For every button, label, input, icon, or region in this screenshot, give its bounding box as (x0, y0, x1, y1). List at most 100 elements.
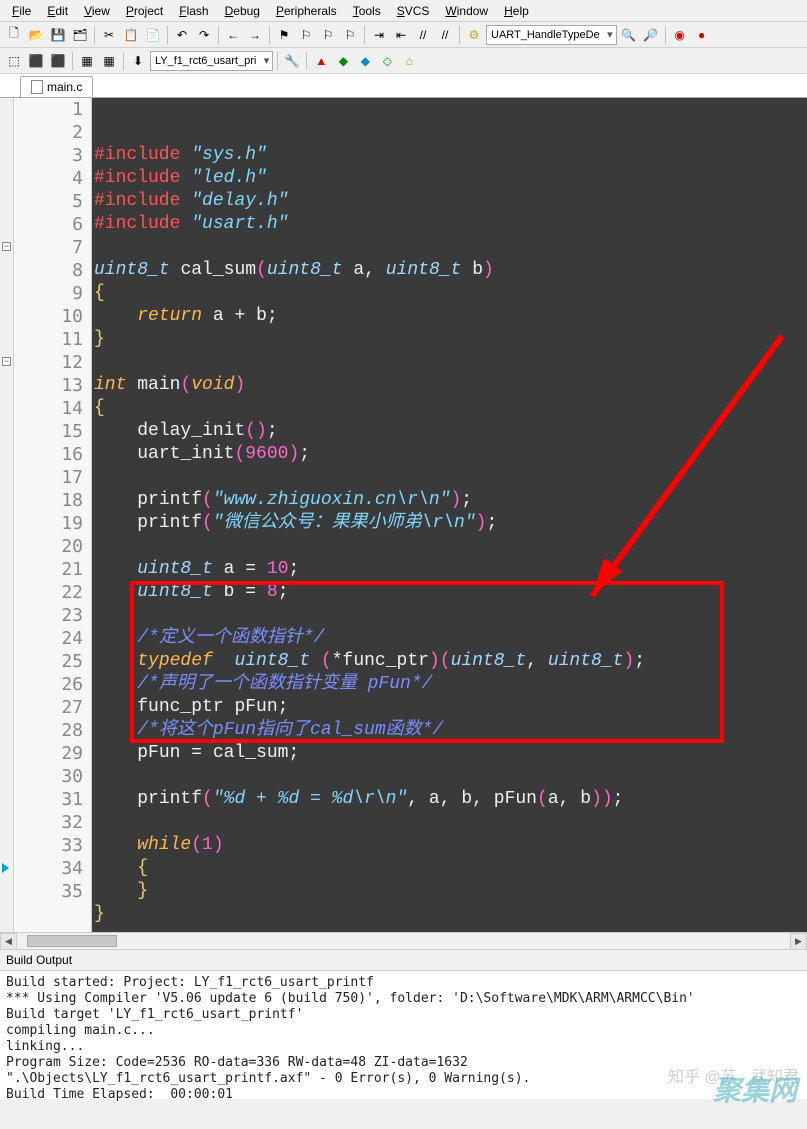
code-line[interactable]: uint8_t cal_sum(uint8_t a, uint8_t b) (94, 259, 807, 282)
code-line[interactable] (94, 535, 807, 558)
copy-icon[interactable]: 📋 (121, 25, 141, 45)
save-icon[interactable]: 💾 (48, 25, 68, 45)
code-line[interactable]: { (94, 397, 807, 420)
nav-back-icon[interactable]: ← (223, 25, 243, 45)
code-line[interactable]: /*将这个pFun指向了cal_sum函数*/ (94, 719, 807, 742)
rebuild-icon[interactable]: ⬛ (48, 51, 68, 71)
pack-icon[interactable]: ◇ (377, 51, 397, 71)
code-line[interactable]: /*定义一个函数指针*/ (94, 627, 807, 650)
code-line[interactable]: typedef uint8_t (*func_ptr)(uint8_t, uin… (94, 650, 807, 673)
target-combo[interactable]: LY_f1_rct6_usart_pri (150, 51, 273, 71)
download-icon[interactable]: ⬇ (128, 51, 148, 71)
batch-build-icon[interactable]: ▦ (77, 51, 97, 71)
line-number: 18 (14, 489, 83, 512)
undo-icon[interactable]: ↶ (172, 25, 192, 45)
fold-margin[interactable]: −− (0, 98, 14, 932)
menu-debug[interactable]: Debug (217, 2, 268, 20)
fold-toggle-icon[interactable]: − (2, 242, 11, 251)
code-line[interactable]: #include "delay.h" (94, 190, 807, 213)
menu-file[interactable]: File (4, 2, 39, 20)
uncomment-icon[interactable]: // (435, 25, 455, 45)
code-line[interactable]: pFun = cal_sum; (94, 742, 807, 765)
scroll-right-icon[interactable]: ▶ (790, 933, 807, 950)
find-icon[interactable]: 🔍 (619, 25, 639, 45)
code-line[interactable]: uart_init(9600); (94, 443, 807, 466)
code-line[interactable]: { (94, 857, 807, 880)
menu-view[interactable]: View (76, 2, 118, 20)
code-line[interactable]: while(1) (94, 834, 807, 857)
bookmark-clear-icon[interactable]: ⚐ (340, 25, 360, 45)
scroll-thumb[interactable] (27, 935, 117, 947)
build-icon[interactable]: ⬛ (26, 51, 46, 71)
breakpoint-icon[interactable]: ● (692, 25, 712, 45)
menu-window[interactable]: Window (437, 2, 496, 20)
menu-edit[interactable]: Edit (39, 2, 76, 20)
code-line[interactable]: } (94, 903, 807, 926)
line-number: 20 (14, 535, 83, 558)
open-file-icon[interactable]: 📂 (26, 25, 46, 45)
code-line[interactable] (94, 926, 807, 932)
comment-icon[interactable]: // (413, 25, 433, 45)
fold-toggle-icon[interactable]: − (2, 357, 11, 366)
scroll-track[interactable] (17, 933, 790, 949)
line-number: 12 (14, 351, 83, 374)
code-editor[interactable]: −− 1234567891011121314151617181920212223… (0, 98, 807, 932)
horizontal-scrollbar[interactable]: ◀ ▶ (0, 932, 807, 949)
code-line[interactable]: { (94, 282, 807, 305)
layers-icon[interactable]: ◆ (355, 51, 375, 71)
code-line[interactable]: printf("微信公众号：果果小师弟\r\n"); (94, 512, 807, 535)
menu-tools[interactable]: Tools (345, 2, 389, 20)
bookmark-next-icon[interactable]: ⚐ (318, 25, 338, 45)
code-line[interactable]: /*声明了一个函数指针变量 pFun*/ (94, 673, 807, 696)
code-line[interactable]: int main(void) (94, 374, 807, 397)
bookmark-prev-icon[interactable]: ⚐ (296, 25, 316, 45)
paste-icon[interactable]: 📄 (143, 25, 163, 45)
menu-flash[interactable]: Flash (171, 2, 216, 20)
options-icon[interactable]: 🔧 (282, 51, 302, 71)
code-line[interactable] (94, 351, 807, 374)
code-line[interactable]: } (94, 328, 807, 351)
code-line[interactable]: #include "led.h" (94, 167, 807, 190)
bookmark-icon[interactable]: ⚑ (274, 25, 294, 45)
code-line[interactable]: #include "usart.h" (94, 213, 807, 236)
indent-icon[interactable]: ⇥ (369, 25, 389, 45)
code-line[interactable]: delay_init(); (94, 420, 807, 443)
line-number: 34 (14, 857, 83, 880)
code-line[interactable] (94, 811, 807, 834)
code-line[interactable] (94, 604, 807, 627)
menu-svcs[interactable]: SVCS (389, 2, 438, 20)
menu-help[interactable]: Help (496, 2, 537, 20)
search-combo[interactable]: UART_HandleTypeDe (486, 25, 617, 45)
code-line[interactable]: return a + b; (94, 305, 807, 328)
line-number: 27 (14, 696, 83, 719)
tab-main-c[interactable]: main.c (20, 76, 93, 97)
menu-project[interactable]: Project (118, 2, 171, 20)
translate-icon[interactable]: ⬚ (4, 51, 24, 71)
redo-icon[interactable]: ↷ (194, 25, 214, 45)
code-line[interactable]: printf("%d + %d = %d\r\n", a, b, pFun(a,… (94, 788, 807, 811)
home-icon[interactable]: ⌂ (399, 51, 419, 71)
config-icon[interactable]: ⚙ (464, 25, 484, 45)
save-all-icon[interactable]: 🗂 (70, 25, 90, 45)
cut-icon[interactable]: ✂ (99, 25, 119, 45)
code-line[interactable]: uint8_t b = 8; (94, 581, 807, 604)
code-line[interactable]: } (94, 880, 807, 903)
manage-icon[interactable]: ▲ (311, 51, 331, 71)
code-line[interactable]: printf("www.zhiguoxin.cn\r\n"); (94, 489, 807, 512)
code-line[interactable] (94, 466, 807, 489)
nav-forward-icon[interactable]: → (245, 25, 265, 45)
code-line[interactable] (94, 236, 807, 259)
menu-peripherals[interactable]: Peripherals (268, 2, 345, 20)
outdent-icon[interactable]: ⇤ (391, 25, 411, 45)
code-line[interactable]: func_ptr pFun; (94, 696, 807, 719)
find-in-files-icon[interactable]: 🔎 (641, 25, 661, 45)
books-icon[interactable]: ◆ (333, 51, 353, 71)
new-file-icon[interactable]: 🗋 (4, 25, 24, 45)
scroll-left-icon[interactable]: ◀ (0, 933, 17, 950)
code-line[interactable] (94, 765, 807, 788)
code-line[interactable]: uint8_t a = 10; (94, 558, 807, 581)
code-content[interactable]: #include "sys.h"#include "led.h"#include… (92, 98, 807, 932)
stop-build-icon[interactable]: ▦ (99, 51, 119, 71)
code-line[interactable]: #include "sys.h" (94, 144, 807, 167)
debug-icon[interactable]: ◉ (670, 25, 690, 45)
